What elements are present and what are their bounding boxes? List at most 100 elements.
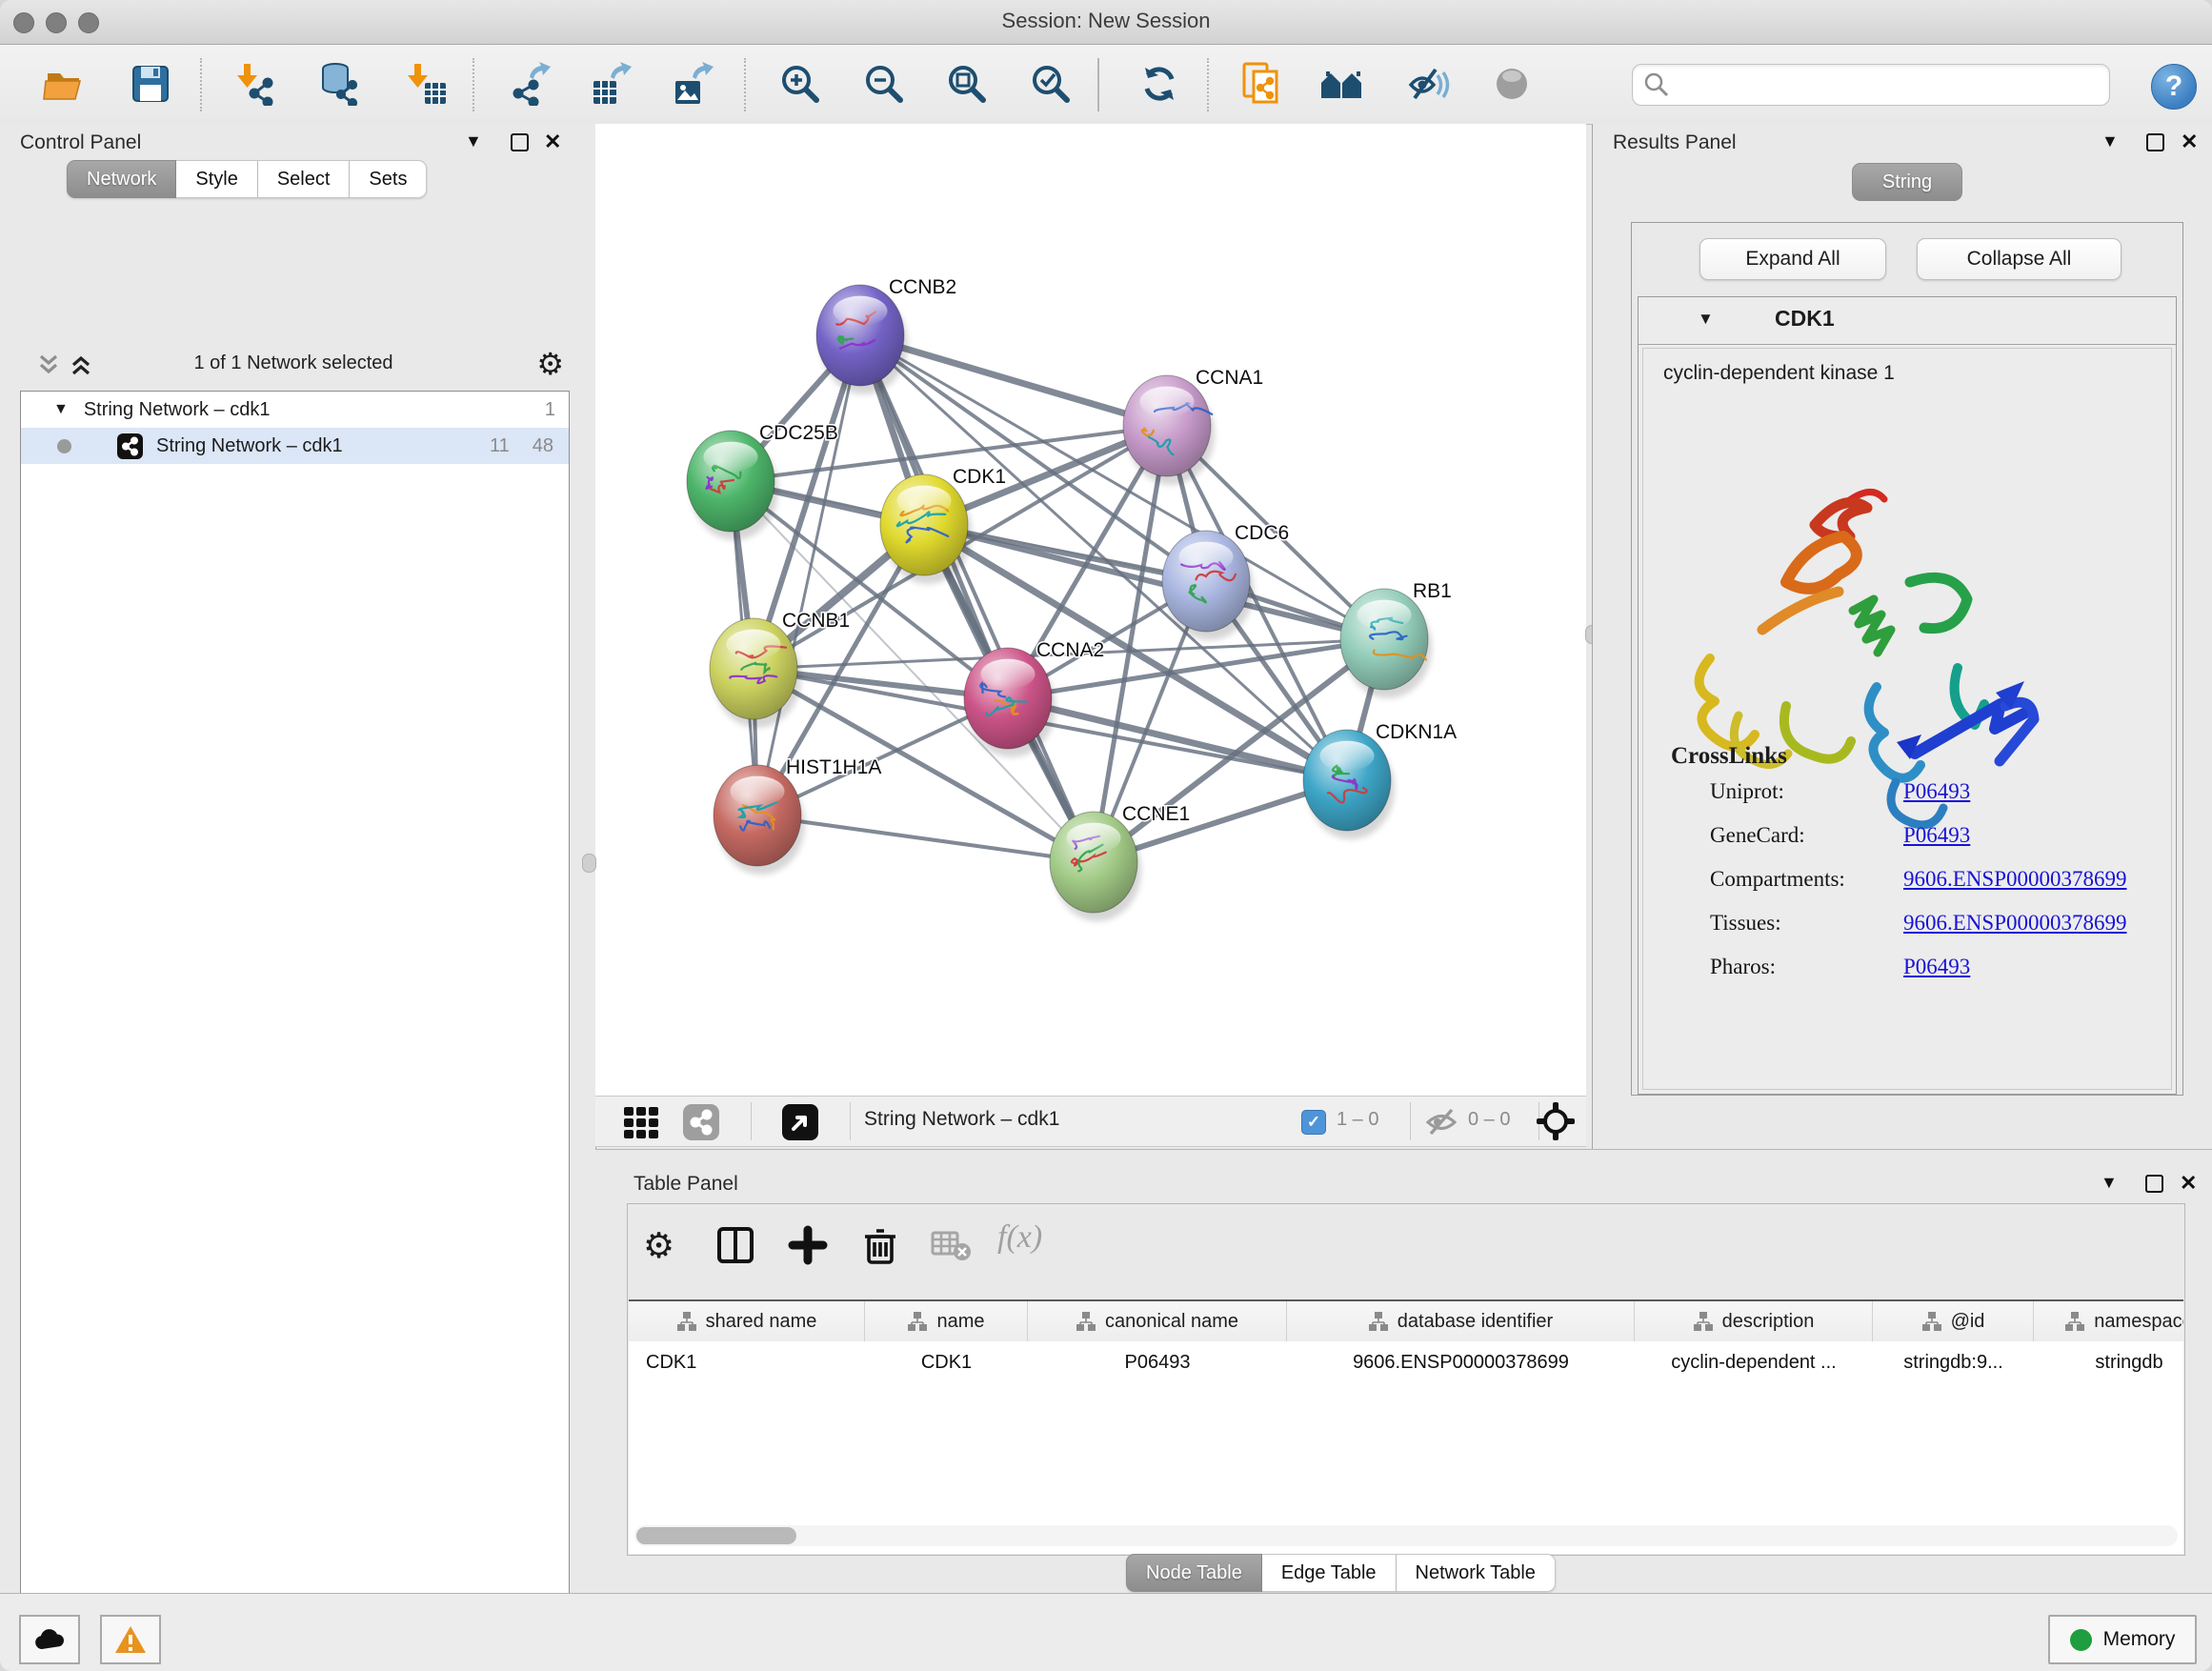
import-network-database-icon[interactable] [316,62,360,106]
network-row[interactable]: String Network – cdk1 11 48 [21,428,569,464]
column-header-database-identifier[interactable]: database identifier [1287,1301,1635,1341]
column-tree-icon [1076,1311,1096,1332]
import-network-file-icon[interactable] [233,62,277,106]
tab-style[interactable]: Style [176,160,257,198]
tab-edge-table[interactable]: Edge Table [1262,1554,1397,1592]
selected-checkbox-icon[interactable]: ✓ [1301,1110,1326,1135]
network-node-CCNA1[interactable] [1123,375,1215,485]
tab-sets[interactable]: Sets [350,160,427,198]
save-session-icon[interactable] [129,62,172,106]
open-session-icon[interactable] [43,62,87,106]
warnings-button[interactable] [100,1615,161,1664]
add-column-icon[interactable] [788,1225,828,1265]
search-field[interactable] [1632,64,2110,106]
tab-string[interactable]: String [1852,163,1962,201]
panel-float-icon[interactable] [2145,1175,2163,1193]
network-node-CDK1[interactable] [880,474,972,584]
table-cell[interactable]: stringdb [2034,1341,2183,1383]
crosslinks-list: Uniprot:P06493GeneCard:P06493Compartment… [1643,779,2171,998]
table-gear-icon[interactable]: ⚙ [643,1225,674,1266]
panel-close-icon[interactable]: ✕ [2180,1171,2197,1196]
tab-select[interactable]: Select [258,160,351,198]
scrollbar-thumb[interactable] [636,1527,796,1544]
collapse-all-button[interactable]: Collapse All [1917,238,2122,280]
table-row[interactable]: CDK1CDK1P064939606.ENSP00000378699cyclin… [629,1341,2183,1383]
export-table-icon[interactable] [588,62,632,106]
tab-node-table[interactable]: Node Table [1126,1554,1262,1592]
crosslink-link[interactable]: 9606.ENSP00000378699 [1903,867,2127,892]
crosslink-link[interactable]: 9606.ENSP00000378699 [1903,911,2127,936]
crosslink-link[interactable]: P06493 [1903,779,1970,804]
panel-menu-icon[interactable]: ▼ [2101,1173,2118,1193]
network-node-HIST1H1A[interactable] [714,765,805,875]
zoom-selected-icon[interactable] [1029,62,1073,106]
tab-network-table[interactable]: Network Table [1397,1554,1556,1592]
collection-count: 1 [545,399,555,421]
crosslink-link[interactable]: P06493 [1903,823,1970,848]
memory-button[interactable]: Memory [2048,1615,2197,1664]
column-header--id[interactable]: @id [1873,1301,2034,1341]
zoom-in-icon[interactable] [778,62,822,106]
table-cell[interactable]: cyclin-dependent ... [1635,1341,1873,1383]
fit-selected-crosshair-icon[interactable] [1535,1100,1577,1142]
network-list-gear-icon[interactable]: ⚙ [536,346,564,382]
column-header-canonical-name[interactable]: canonical name [1028,1301,1287,1341]
delete-column-icon[interactable] [860,1225,900,1265]
cloud-button[interactable] [19,1615,80,1664]
table-box: ⚙ f(x) shared namenamecanonical namedata… [627,1203,2185,1556]
network-edge[interactable] [757,335,860,815]
column-header-description[interactable]: description [1635,1301,1873,1341]
help-button[interactable]: ? [2151,64,2197,110]
panel-close-icon[interactable]: ✕ [2181,130,2198,154]
export-network-icon[interactable] [507,62,551,106]
network-canvas[interactable]: CCNB2CCNA1CDC25BCDK1CDC6RB1CCNB1CCNA2CDK… [595,124,1586,1096]
panel-menu-icon[interactable]: ▼ [465,131,482,151]
network-node-CCNE1[interactable] [1050,812,1141,921]
network-node-CCNB1[interactable] [710,618,801,728]
share-panel-icon[interactable] [683,1104,719,1140]
open-in-window-icon[interactable] [782,1104,818,1140]
panel-float-icon[interactable] [2146,133,2164,151]
zoom-out-icon[interactable] [862,62,906,106]
collapse-entry-icon[interactable]: ▼ [1698,310,1714,329]
horizontal-scrollbar[interactable] [634,1525,2178,1546]
network-edge[interactable] [757,815,1094,862]
export-image-icon[interactable] [670,62,714,106]
left-splitter-handle[interactable] [582,854,596,873]
table-cell[interactable]: stringdb:9... [1873,1341,2034,1383]
network-collection-row[interactable]: ▼ String Network – cdk1 1 [21,392,569,428]
panel-float-icon[interactable] [511,133,529,151]
warning-icon [114,1625,147,1654]
table-cell[interactable]: 9606.ENSP00000378699 [1287,1341,1635,1383]
refresh-icon[interactable] [1137,62,1181,106]
column-header-name[interactable]: name [865,1301,1028,1341]
network-node-count: 11 [490,435,510,457]
table-cell[interactable]: CDK1 [629,1341,865,1383]
collection-label: String Network – cdk1 [84,399,271,421]
collection-expand-icon[interactable]: ▼ [53,401,69,418]
network-node-CDKN1A[interactable] [1303,730,1395,839]
expand-all-button[interactable]: Expand All [1699,238,1886,280]
tab-network[interactable]: Network [67,160,176,198]
crosslink-link[interactable]: P06493 [1903,955,1970,979]
column-header-shared-name[interactable]: shared name [629,1301,865,1341]
panel-menu-icon[interactable]: ▼ [2101,131,2119,151]
control-panel-title: Control Panel [20,131,141,154]
zoom-fit-icon[interactable] [945,62,989,106]
network-node-RB1[interactable] [1340,589,1432,698]
network-edge[interactable] [860,335,1094,862]
hide-details-eye-icon[interactable] [1407,62,1451,106]
show-columns-icon[interactable] [715,1225,755,1265]
column-header-namespace[interactable]: namespace [2034,1301,2183,1341]
network-node-CCNB2[interactable] [816,285,908,394]
home-neighbors-icon[interactable] [1319,62,1363,106]
search-input[interactable] [1675,67,2098,103]
import-table-icon[interactable] [404,62,448,106]
gene-entry-header[interactable]: ▼ CDK1 [1639,297,2176,345]
clone-network-icon[interactable] [1240,62,1284,106]
table-cell[interactable]: CDK1 [865,1341,1028,1383]
panel-close-icon[interactable]: ✕ [544,130,561,154]
birdseye-grid-icon[interactable] [622,1103,660,1141]
table-cell[interactable]: P06493 [1028,1341,1287,1383]
search-icon [1642,70,1671,99]
